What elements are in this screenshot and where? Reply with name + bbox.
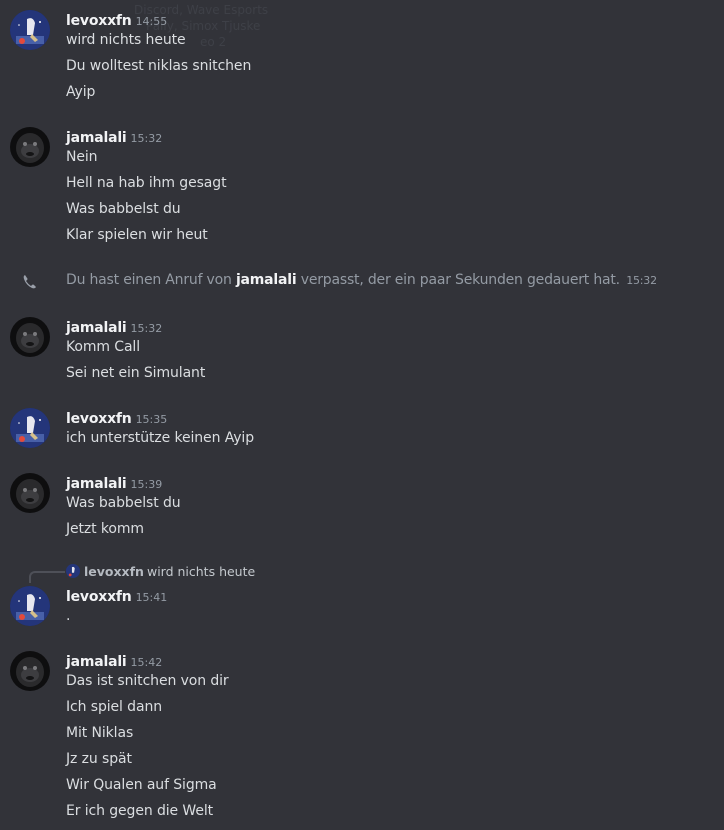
message-timestamp: 15:42	[130, 656, 163, 669]
message-timestamp: 15:32	[130, 322, 163, 335]
message-text: Sei net ein Simulant	[66, 365, 206, 381]
message-text: wird nichts heute	[66, 32, 186, 48]
message-author[interactable]: levoxxfn	[66, 411, 132, 427]
reply-connector	[29, 571, 65, 583]
message-text: Das ist snitchen von dir	[66, 673, 229, 689]
message-text: Du wolltest niklas snitchen	[66, 58, 252, 74]
message-timestamp: 15:41	[135, 591, 168, 604]
avatar-levoxxfn[interactable]	[10, 586, 50, 626]
avatar-jamalali[interactable]	[10, 473, 50, 513]
message-author[interactable]: jamalali	[66, 654, 127, 670]
reply-author[interactable]: levoxxfn	[84, 564, 144, 579]
message-text: Er ich gegen die Welt	[66, 803, 214, 819]
chat-messages: Discord, Wave Esports Pally, Simox Tjusk…	[0, 0, 724, 830]
message-author[interactable]: levoxxfn	[66, 13, 132, 29]
message-text: Hell na hab ihm gesagt	[66, 175, 227, 191]
phone-missed-icon	[23, 275, 36, 289]
message-text: .	[66, 608, 71, 624]
message-text: Was babbelst du	[66, 495, 181, 511]
message-author[interactable]: jamalali	[66, 476, 127, 492]
ghost-line: eo 2	[200, 35, 227, 49]
message-text: Wir Qualen auf Sigma	[66, 777, 217, 793]
message-text: Jz zu spät	[66, 751, 132, 767]
message-text: Komm Call	[66, 339, 141, 355]
message-text: Jetzt komm	[66, 521, 144, 537]
message-author[interactable]: jamalali	[66, 130, 127, 146]
message-author[interactable]: levoxxfn	[66, 589, 132, 605]
message-timestamp: 14:55	[135, 15, 168, 28]
reply-preview[interactable]: levoxxfn wird nichts heute	[66, 564, 255, 580]
message-timestamp: 15:35	[135, 413, 168, 426]
message-text: Ich spiel dann	[66, 699, 162, 715]
avatar-jamalali[interactable]	[10, 127, 50, 167]
avatar-levoxxfn[interactable]	[10, 408, 50, 448]
missed-call-prefix: Du hast einen Anruf von	[66, 272, 232, 288]
avatar-levoxxfn[interactable]	[10, 10, 50, 50]
message-timestamp: 15:32	[626, 274, 657, 287]
message-text: Nein	[66, 149, 98, 165]
missed-call-suffix: verpasst, der ein paar Sekunden gedauert…	[300, 272, 620, 288]
message-text: Mit Niklas	[66, 725, 134, 741]
message-timestamp: 15:39	[130, 478, 163, 491]
reply-text[interactable]: wird nichts heute	[147, 564, 255, 579]
message-text: Klar spielen wir heut	[66, 227, 208, 243]
message-text: Ayip	[66, 84, 96, 100]
message-timestamp: 15:32	[130, 132, 163, 145]
avatar-jamalali[interactable]	[10, 317, 50, 357]
message-author[interactable]: jamalali	[66, 320, 127, 336]
message-text: Was babbelst du	[66, 201, 181, 217]
avatar-jamalali[interactable]	[10, 651, 50, 691]
missed-call-user[interactable]: jamalali	[236, 272, 297, 288]
message-text: ich unterstütze keinen Ayip	[66, 430, 254, 446]
reply-avatar	[66, 564, 80, 578]
